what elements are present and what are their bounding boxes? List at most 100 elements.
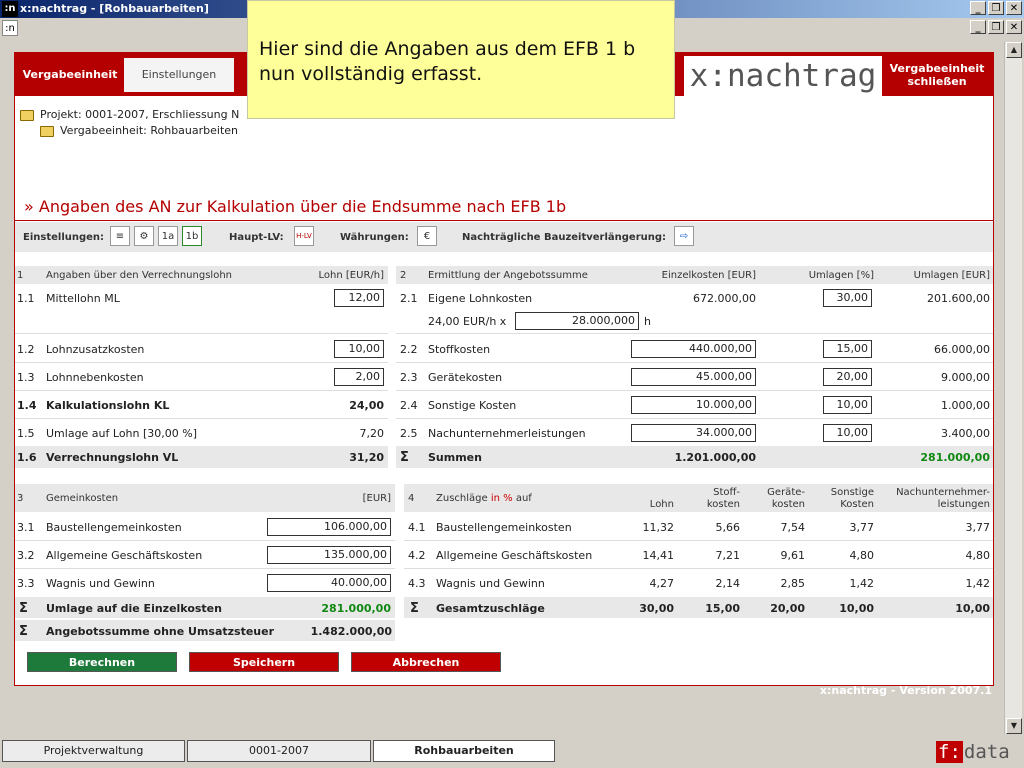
tab-vergabeeinheit[interactable]: Vergabeeinheit [17,58,123,92]
hours-unit: h [644,315,651,328]
lohnzusatzkosten-input[interactable]: 10,00 [334,340,384,358]
row-label: Stoffkosten [428,343,491,356]
row-label: Gerätekosten [428,371,503,384]
section4-col-lohn: Lohn [620,487,674,511]
cell: 20,00 [770,602,805,615]
divider [396,390,993,391]
child-minimize-button[interactable]: _ [970,20,986,34]
close-window-button[interactable]: ✕ [1006,1,1022,15]
row-label: Lohnzusatzkosten [46,343,145,356]
task-project[interactable]: 0001-2007 [187,740,371,762]
cell: 1,42 [849,577,875,590]
tools-icon[interactable]: ⚙ [134,226,154,246]
geraetekosten-pct-input[interactable]: 20,00 [823,368,872,386]
list-icon[interactable]: ≡ [110,226,130,246]
currency-label: Währungen: [340,232,409,243]
tab-einstellungen[interactable]: Einstellungen [124,58,234,92]
col-line [620,487,674,499]
section4-title: Zuschläge in % auf [436,493,532,504]
row-label: Mittellohn ML [46,292,120,305]
sonstige-kosten-pct-input[interactable]: 10,00 [823,396,872,414]
col-line: Lohn [649,499,674,510]
efb-1a-icon[interactable]: 1a [158,226,178,246]
row-label: Eigene Lohnkosten [428,292,533,305]
row-num: 1.6 [17,451,37,464]
cell: 11,32 [642,521,675,534]
lohnnebenkosten-input[interactable]: 2,00 [334,368,384,386]
nachunternehmer-pct-input[interactable]: 10,00 [823,424,872,442]
mittellohn-input[interactable]: 12,00 [334,289,384,307]
row-label: Lohnnebenkosten [46,371,144,384]
row-num: 4.2 [408,549,426,562]
row-label: Umlage auf Lohn [30,00 %] [46,427,198,440]
haupt-lv-icon[interactable]: H-LV [294,226,314,246]
child-restore-button[interactable]: ❒ [988,20,1004,34]
summen-umlagen: 281.000,00 [920,451,990,464]
geschaeftskosten-input[interactable]: 135.000,00 [267,546,391,564]
child-close-button[interactable]: ✕ [1006,20,1022,34]
wagnis-gewinn-input[interactable]: 40.000,00 [267,574,391,592]
divider [15,390,388,391]
divider [15,568,395,569]
hours-input[interactable]: 28.000,000 [515,312,639,330]
task-projektverwaltung[interactable]: Projektverwaltung [2,740,185,762]
row-label: Allgemeine Geschäftskosten [436,549,593,562]
geraetekosten-input[interactable]: 45.000,00 [631,368,756,386]
berechnen-button[interactable]: Berechnen [27,652,177,672]
cell: 10,00 [839,602,874,615]
scroll-down-icon[interactable]: ▼ [1006,718,1022,734]
umlage-lohn-value: 7,20 [359,427,385,440]
row-label: Allgemeine Geschäftskosten [46,549,203,562]
sonstige-kosten-umlage: 1.000,00 [941,399,990,412]
stoffkosten-pct-input[interactable]: 15,00 [823,340,872,358]
lohnkosten-pct-input[interactable]: 30,00 [823,289,872,307]
section4-title-red: in % [490,493,513,504]
vertical-scrollbar[interactable]: ▲ ▼ [1004,42,1022,734]
sonstige-kosten-input[interactable]: 10.000,00 [631,396,756,414]
tree-project-label: Projekt: 0001-2007, Erschliessung N [40,108,240,121]
abbrechen-button[interactable]: Abbrechen [351,652,501,672]
speichern-button[interactable]: Speichern [189,652,339,672]
cell: 14,41 [642,549,675,562]
row-num: 1.4 [17,399,37,412]
nachunternehmer-input[interactable]: 34.000,00 [631,424,756,442]
cell: 4,27 [649,577,675,590]
row-label: Baustellengemeinkosten [46,521,182,534]
row-num: 3.1 [17,521,35,534]
minimize-button[interactable]: _ [970,1,986,15]
annotation-note: Hier sind die Angaben aus dem EFB 1 b nu… [247,0,675,119]
row-num: 1.5 [17,427,35,440]
row-num: 1.3 [17,371,35,384]
section4-col-stoff: Stoff-kosten [680,487,740,511]
cell: 7,54 [780,521,806,534]
brand-logo: x:nachtrag [684,56,882,96]
arrow-right-icon[interactable]: ⇨ [674,226,694,246]
tree-item-unit[interactable]: Vergabeeinheit: Rohbauarbeiten [40,124,238,137]
efb-1b-icon[interactable]: 1b [182,226,202,246]
close-unit-button[interactable]: Vergabeeinheit schließen [884,56,990,96]
col-line: Sonstige [830,487,874,498]
baustellengemeinkosten-input[interactable]: 106.000,00 [267,518,391,536]
nachunternehmer-umlage: 3.400,00 [941,427,990,440]
divider [396,333,993,334]
scroll-up-icon[interactable]: ▲ [1006,42,1022,58]
divider [15,362,388,363]
row-num: 2.5 [400,427,418,440]
section4-col-sonstige: Sonstige Kosten [810,487,874,511]
row-num: 4.3 [408,577,426,590]
euro-icon[interactable]: € [417,226,437,246]
folder-open-icon [40,125,54,137]
sigma-icon: Σ [410,601,419,616]
extension-label: Nachträgliche Bauzeitverlängerung: [462,232,667,243]
summen-label: Summen [428,451,482,464]
umlage-einzelkosten-value: 281.000,00 [321,602,391,615]
restore-button[interactable]: ❒ [988,1,1004,15]
app-logo-icon: :n [2,1,18,17]
cell: 10,00 [955,602,990,615]
row-num: 4.1 [408,521,426,534]
tree-item-project[interactable]: Projekt: 0001-2007, Erschliessung N [20,108,239,121]
stoffkosten-input[interactable]: 440.000,00 [631,340,756,358]
task-rohbauarbeiten[interactable]: Rohbauarbeiten [373,740,555,762]
section2-col-einzel: Einzelkosten [EUR] [630,270,756,281]
col-line: Nachunternehmer- [896,487,990,498]
